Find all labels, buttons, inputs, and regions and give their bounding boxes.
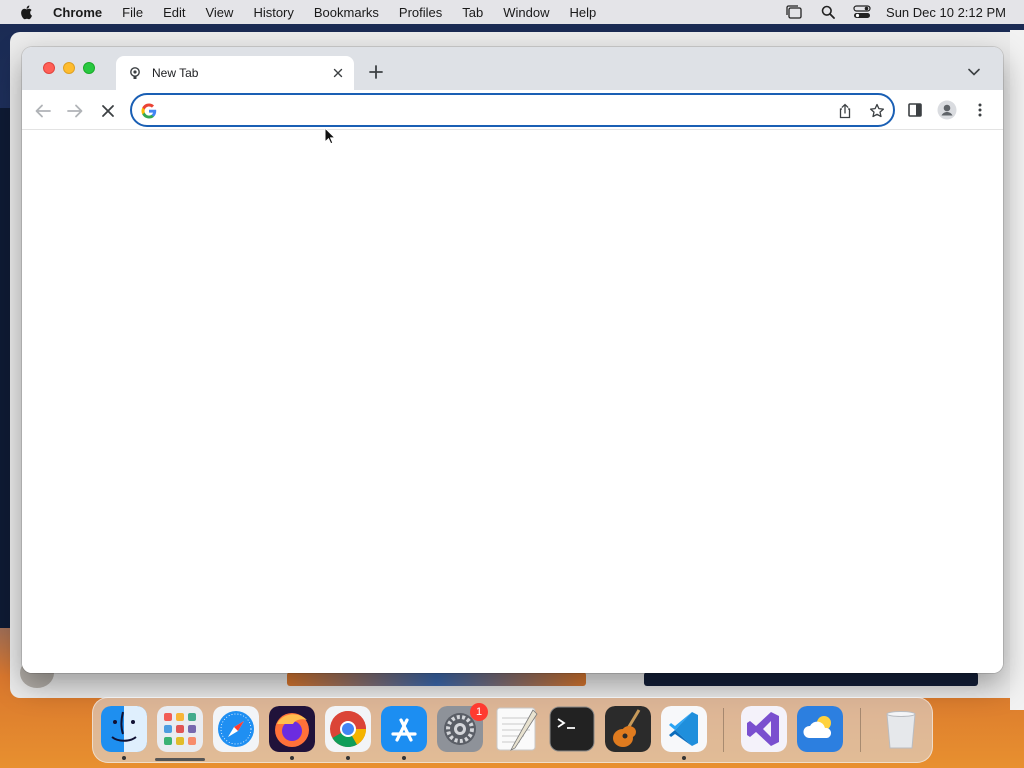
more-menu-icon[interactable] bbox=[970, 100, 990, 120]
spotlight-search-icon[interactable] bbox=[818, 4, 838, 20]
dock: 1 bbox=[92, 697, 933, 763]
chrome-window: New Tab bbox=[22, 47, 1003, 673]
menu-app-name[interactable]: Chrome bbox=[53, 5, 102, 20]
apple-logo-icon[interactable] bbox=[19, 4, 35, 20]
status-area: Sun Dec 10 2:12 PM bbox=[784, 0, 1024, 24]
garageband-guitar-icon[interactable] bbox=[605, 706, 651, 752]
weather-icon[interactable] bbox=[797, 706, 843, 752]
dock-separator bbox=[723, 708, 724, 752]
menu-bookmarks[interactable]: Bookmarks bbox=[314, 5, 379, 20]
running-indicator bbox=[402, 756, 406, 760]
tab-title: New Tab bbox=[152, 66, 199, 80]
menu-help[interactable]: Help bbox=[570, 5, 597, 20]
background-panel bbox=[1010, 30, 1024, 710]
stage-manager-icon[interactable] bbox=[784, 4, 804, 20]
share-icon[interactable] bbox=[837, 103, 853, 119]
back-arrow-icon[interactable] bbox=[32, 100, 54, 122]
app-store-icon[interactable] bbox=[381, 706, 427, 752]
browser-toolbar bbox=[22, 90, 1003, 130]
menu-history[interactable]: History bbox=[253, 5, 293, 20]
google-g-icon bbox=[141, 103, 157, 119]
new-tab-plus-icon[interactable] bbox=[366, 62, 386, 82]
background-dark-panel bbox=[0, 108, 10, 628]
firefox-icon[interactable] bbox=[269, 706, 315, 752]
menu-tab[interactable]: Tab bbox=[462, 5, 483, 20]
background-thumbnail bbox=[644, 672, 978, 686]
menu-profiles[interactable]: Profiles bbox=[399, 5, 442, 20]
menu-bar: Chrome File Edit View History Bookmarks … bbox=[0, 0, 1024, 24]
page-content[interactable] bbox=[22, 131, 1003, 673]
notification-badge: 1 bbox=[470, 703, 488, 721]
launchpad-icon[interactable] bbox=[157, 706, 203, 752]
forward-arrow-icon[interactable] bbox=[64, 100, 86, 122]
menu-bar-clock[interactable]: Sun Dec 10 2:12 PM bbox=[886, 5, 1006, 20]
finder-icon[interactable] bbox=[101, 706, 147, 752]
menu-file[interactable]: File bbox=[122, 5, 143, 20]
trash-icon[interactable] bbox=[878, 706, 924, 752]
visual-studio-icon[interactable] bbox=[741, 706, 787, 752]
control-center-icon[interactable] bbox=[852, 4, 872, 20]
terminal-icon[interactable] bbox=[549, 706, 595, 752]
omnibox[interactable] bbox=[130, 93, 895, 127]
tab-strip: New Tab bbox=[22, 47, 1003, 90]
menu-edit[interactable]: Edit bbox=[163, 5, 185, 20]
dock-scroll-indicator bbox=[155, 758, 205, 761]
close-tab-icon[interactable] bbox=[330, 65, 346, 81]
stop-loading-x-icon[interactable] bbox=[97, 100, 119, 122]
bookmark-star-icon[interactable] bbox=[869, 103, 885, 119]
running-indicator bbox=[682, 756, 686, 760]
close-window-button[interactable] bbox=[43, 62, 55, 74]
textedit-icon[interactable] bbox=[493, 706, 539, 752]
loading-favicon-icon bbox=[130, 67, 140, 79]
side-panel-icon[interactable] bbox=[905, 100, 925, 120]
dock-separator bbox=[860, 708, 861, 752]
menu-window[interactable]: Window bbox=[503, 5, 549, 20]
tab-search-chevron-down-icon[interactable] bbox=[965, 63, 983, 81]
running-indicator bbox=[346, 756, 350, 760]
mouse-cursor-icon bbox=[324, 127, 336, 145]
tab-new-tab[interactable]: New Tab bbox=[116, 56, 354, 90]
minimize-window-button[interactable] bbox=[63, 62, 75, 74]
chrome-icon[interactable] bbox=[325, 706, 371, 752]
running-indicator bbox=[290, 756, 294, 760]
profile-avatar-icon[interactable] bbox=[937, 100, 957, 120]
omnibox-input[interactable] bbox=[166, 100, 826, 120]
running-indicator bbox=[122, 756, 126, 760]
safari-icon[interactable] bbox=[213, 706, 259, 752]
menu-view[interactable]: View bbox=[205, 5, 233, 20]
vscode-icon[interactable] bbox=[661, 706, 707, 752]
zoom-window-button[interactable] bbox=[83, 62, 95, 74]
background-thumbnail bbox=[287, 672, 586, 686]
